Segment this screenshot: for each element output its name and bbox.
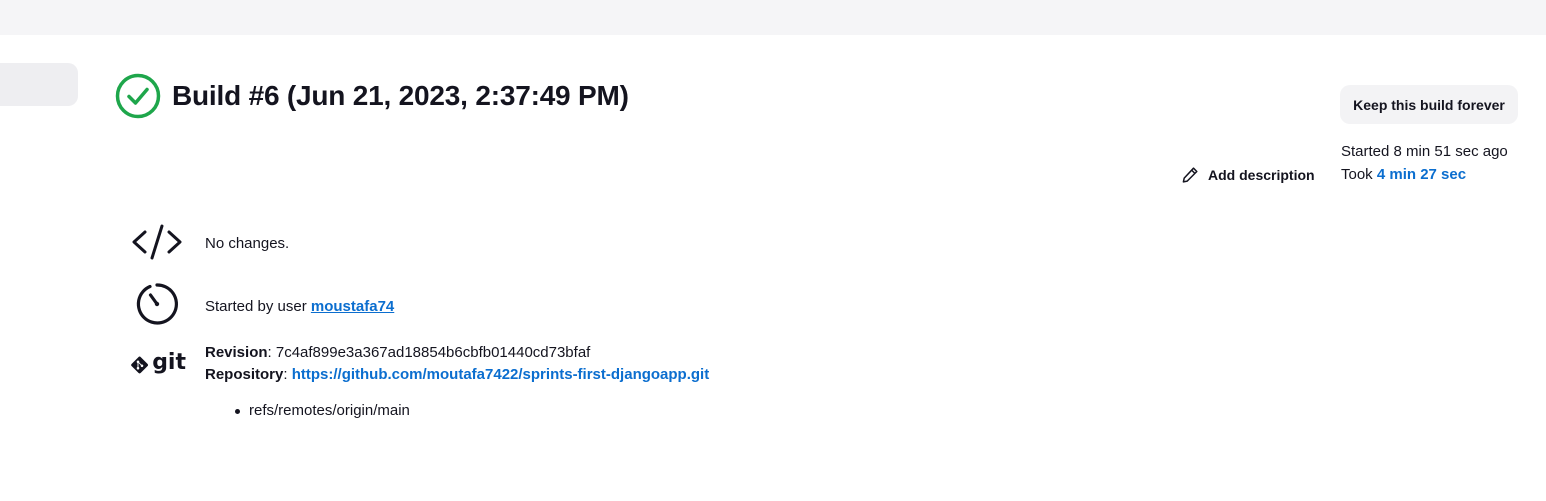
git-logo: git xyxy=(130,350,186,380)
git-info: Revision: 7c4af899e3a367ad18854b6cbfb014… xyxy=(205,342,709,386)
revision-label: Revision xyxy=(205,344,268,361)
revision-line: Revision: 7c4af899e3a367ad18854b6cbfb014… xyxy=(205,342,709,364)
keep-build-forever-button[interactable]: Keep this build forever xyxy=(1340,85,1518,124)
revision-value: : 7c4af899e3a367ad18854b6cbfb01440cd73bf… xyxy=(267,344,591,361)
started-by-label: Started by user xyxy=(205,298,311,315)
repository-link[interactable]: https://github.com/moutafa7422/sprints-f… xyxy=(292,366,710,383)
repository-label: Repository xyxy=(205,366,284,383)
git-diamond-icon xyxy=(131,356,148,374)
top-bar xyxy=(0,0,1546,35)
sidebar-item[interactable] xyxy=(0,63,78,106)
pencil-icon xyxy=(1182,167,1198,183)
started-by-text: Started by user moustafa74 xyxy=(205,297,394,317)
code-icon xyxy=(132,224,182,260)
branch-item: refs/remotes/origin/main xyxy=(235,402,410,419)
repository-separator: : xyxy=(283,366,292,383)
user-link[interactable]: moustafa74 xyxy=(311,298,394,315)
repository-line: Repository: https://github.com/moutafa74… xyxy=(205,364,709,386)
success-check-icon xyxy=(115,73,161,119)
git-logo-text: git xyxy=(152,350,186,375)
page-title: Build #6 (Jun 21, 2023, 2:37:49 PM) xyxy=(172,80,629,111)
started-ago-text: Started 8 min 51 sec ago xyxy=(1341,143,1508,160)
branch-list: refs/remotes/origin/main xyxy=(235,402,410,419)
build-duration-link[interactable]: 4 min 27 sec xyxy=(1377,166,1466,183)
took-label: Took xyxy=(1341,166,1377,183)
add-description-label: Add description xyxy=(1208,167,1315,183)
changes-text: No changes. xyxy=(205,235,290,252)
timer-icon xyxy=(136,283,178,325)
build-duration: Took 4 min 27 sec xyxy=(1341,166,1466,183)
add-description-button[interactable]: Add description xyxy=(1181,164,1315,186)
